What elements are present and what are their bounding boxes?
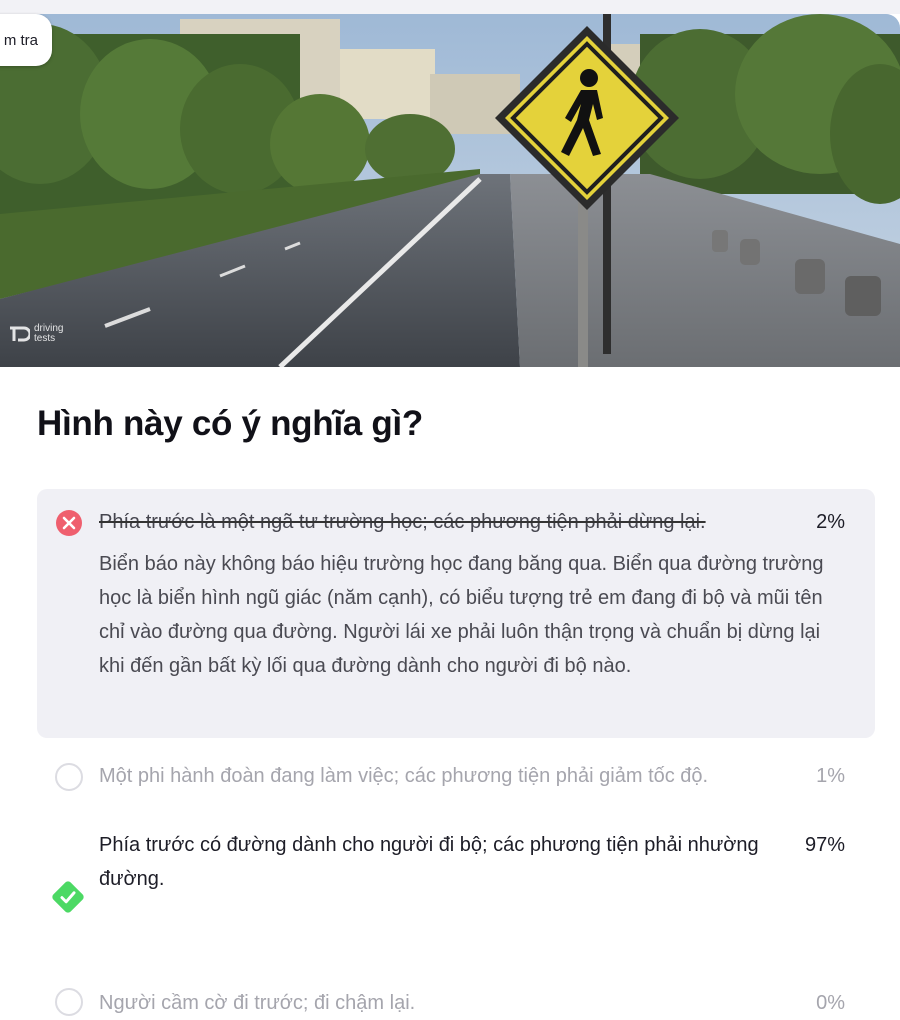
answer-text: Người cầm cờ đi trước; đi chậm lại. bbox=[99, 992, 416, 1014]
back-button[interactable]: m tra bbox=[0, 14, 52, 66]
pedestrian-sign-photo bbox=[0, 14, 900, 367]
radio-empty-icon bbox=[55, 988, 83, 1016]
answer-text: Phía trước có đường dành cho người đi bộ… bbox=[99, 834, 759, 890]
wrong-x-icon bbox=[56, 510, 82, 536]
question-image bbox=[0, 14, 900, 367]
answer-text: Một phi hành đoàn đang làm việc; các phư… bbox=[99, 765, 709, 787]
driving-tests-watermark: driving tests bbox=[8, 324, 74, 344]
answer-list: Phía trước là một ngã tư trường học; các… bbox=[37, 489, 875, 1016]
watermark-text: driving tests bbox=[34, 323, 64, 344]
answer-percent: 2% bbox=[816, 511, 845, 533]
correct-check-icon bbox=[52, 881, 84, 913]
answer-explanation: Biển báo này không báo hiệu trường học đ… bbox=[99, 553, 824, 677]
answer-option-3[interactable]: Phía trước có đường dành cho người đi bộ… bbox=[37, 828, 875, 930]
back-button-label: m tra bbox=[3, 31, 38, 49]
answer-percent: 97% bbox=[804, 834, 845, 856]
answer-option-4[interactable]: Người cầm cờ đi trước; đi chậm lại. 0% bbox=[37, 930, 875, 1016]
answer-option-1[interactable]: Phía trước là một ngã tư trường học; các… bbox=[37, 489, 875, 738]
radio-empty-icon bbox=[55, 763, 83, 791]
driving-tests-logo-icon bbox=[10, 326, 30, 342]
answer-text: Phía trước là một ngã tư trường học; các… bbox=[99, 511, 706, 533]
question-title: Hình này có ý nghĩa gì? bbox=[37, 404, 423, 443]
answer-option-2[interactable]: Một phi hành đoàn đang làm việc; các phư… bbox=[37, 745, 875, 828]
answer-percent: 0% bbox=[816, 992, 845, 1014]
top-strip bbox=[0, 0, 900, 14]
answer-percent: 1% bbox=[816, 765, 845, 787]
